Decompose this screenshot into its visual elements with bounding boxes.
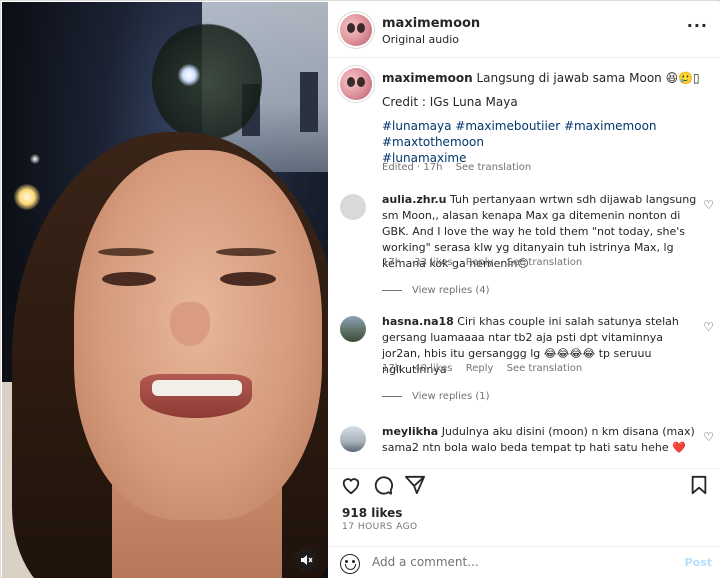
comment-composer: Post <box>328 546 720 578</box>
like-comment-heart-icon[interactable]: ♡ <box>703 430 714 444</box>
reel-video[interactable] <box>2 2 328 578</box>
post-details-panel: maximemoon Original audio ··· maximemoon… <box>328 2 720 578</box>
add-comment-input[interactable] <box>372 555 672 569</box>
comment-username[interactable]: aulia.zhr.u <box>382 193 447 206</box>
post-comment-button[interactable]: Post <box>685 556 712 569</box>
eyebrow <box>216 248 276 256</box>
comment-meta: 17h 40 likes Reply See translation <box>382 363 592 374</box>
comment-username[interactable]: meylikha <box>382 425 438 438</box>
caption-meta: Edited · 17h See translation <box>382 162 541 173</box>
save-bookmark-icon[interactable] <box>690 475 708 498</box>
author-username[interactable]: maximemoon <box>382 16 480 31</box>
caption-see-translation[interactable]: See translation <box>456 162 532 173</box>
background-tree <box>152 22 262 142</box>
share-paper-plane-icon[interactable] <box>404 475 426 498</box>
comment-reply-button[interactable]: Reply <box>466 257 494 268</box>
like-comment-heart-icon[interactable]: ♡ <box>703 320 714 334</box>
view-replies-label[interactable]: View replies (1) <box>412 391 490 402</box>
view-replies-button[interactable]: View replies (1) <box>382 391 490 402</box>
comment-likes[interactable]: 40 likes <box>414 363 452 374</box>
comment-meta: 17h 33 likes Reply See translation <box>382 257 592 268</box>
comment-reply-button[interactable]: Reply <box>466 363 494 374</box>
like-comment-heart-icon[interactable]: ♡ <box>703 198 714 212</box>
caption-text: Langsung di jawab sama Moon 😆🥲▯ <box>476 71 700 85</box>
replies-line <box>382 395 402 397</box>
comment-likes[interactable]: 33 likes <box>414 257 452 268</box>
comment-see-translation[interactable]: See translation <box>507 257 583 268</box>
instagram-post-modal: maximemoon Original audio ··· maximemoon… <box>0 0 720 578</box>
comment-see-translation[interactable]: See translation <box>507 363 583 374</box>
street-light <box>14 184 40 210</box>
eye <box>102 272 156 286</box>
comment-body: meylikha Judulnya aku disini (moon) n km… <box>382 424 704 456</box>
building-window <box>300 72 318 132</box>
commenter-avatar[interactable] <box>340 316 366 342</box>
post-header: maximemoon Original audio ··· <box>328 2 720 58</box>
audio-label[interactable]: Original audio <box>382 33 459 46</box>
street-light <box>178 64 200 86</box>
caption-credit: Credit : IGs Luna Maya <box>382 95 518 109</box>
eyebrow <box>98 248 154 256</box>
teeth <box>152 380 242 396</box>
caption-edited-time: Edited · 17h <box>382 162 443 173</box>
commenter-avatar[interactable] <box>340 426 366 452</box>
view-replies-label[interactable]: View replies (4) <box>412 285 490 296</box>
post-actions-bar <box>328 468 720 500</box>
more-horizontal-icon[interactable]: ··· <box>687 16 708 35</box>
nose <box>170 302 210 346</box>
comment-time: 17h <box>382 257 402 268</box>
emoji-smiley-icon[interactable] <box>340 554 360 574</box>
caption-username[interactable]: maximemoon <box>382 71 473 85</box>
eye <box>220 272 276 286</box>
like-heart-icon[interactable] <box>340 475 362 498</box>
caption-author-avatar[interactable] <box>340 68 372 100</box>
view-replies-button[interactable]: View replies (4) <box>382 285 490 296</box>
street-light <box>30 154 40 164</box>
likes-count[interactable]: 918 likes <box>342 506 402 520</box>
audio-muted-icon[interactable] <box>294 548 318 572</box>
replies-line <box>382 289 402 291</box>
comment-bubble-icon[interactable] <box>372 475 394 498</box>
comment-time: 17h <box>382 363 402 374</box>
comment-username[interactable]: hasna.na18 <box>382 315 454 328</box>
commenter-avatar[interactable] <box>340 194 366 220</box>
author-avatar[interactable] <box>340 14 372 46</box>
caption-hashtags[interactable]: #lunamaya #maximeboutiier #maximemoon #m… <box>382 118 712 150</box>
post-timestamp[interactable]: 17 HOURS AGO <box>342 522 418 532</box>
caption-body: maximemoon Langsung di jawab sama Moon 😆… <box>382 70 712 166</box>
